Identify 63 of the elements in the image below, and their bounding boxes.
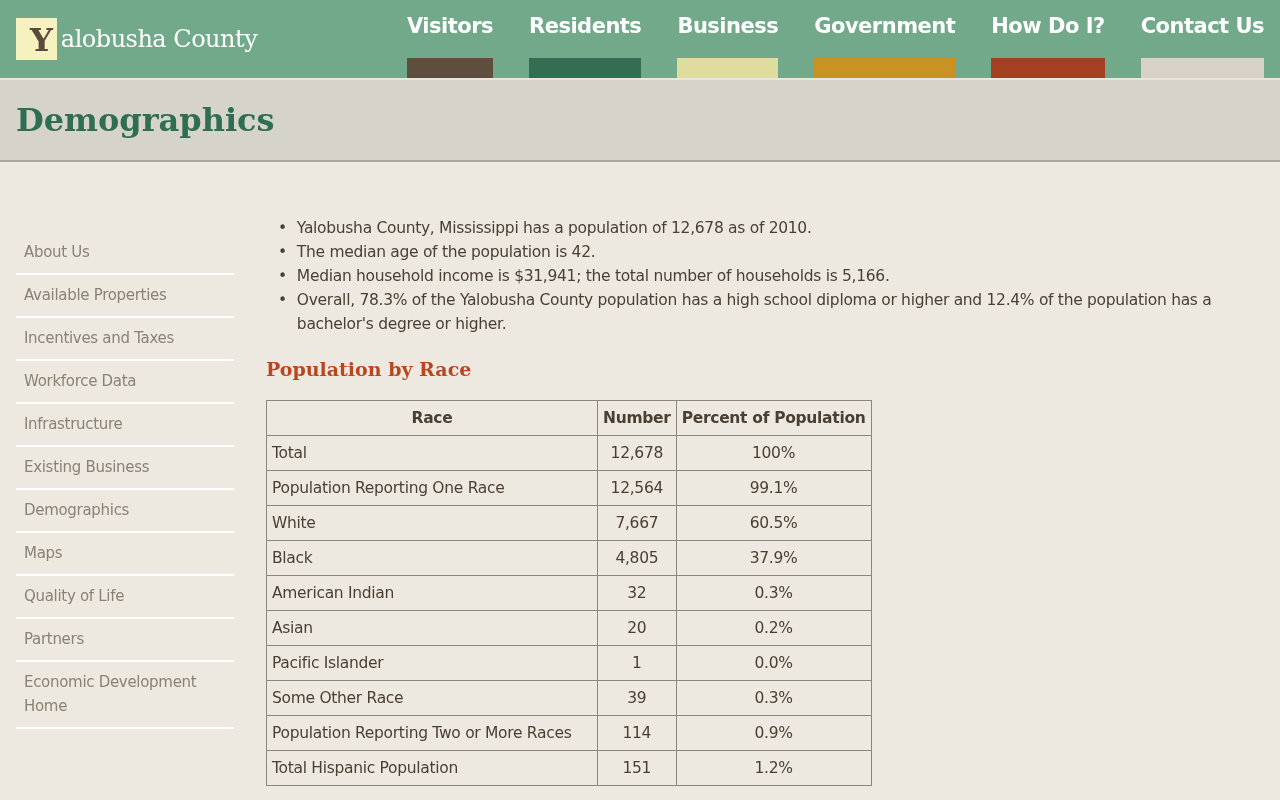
table-cell: Total Hispanic Population <box>266 750 598 786</box>
fact-item: Yalobusha County, Mississippi has a population of 12,678 as of 2010. <box>296 218 812 239</box>
sidebar-item[interactable]: Economic Development Home <box>16 662 234 729</box>
table-cell: 1 <box>597 645 677 681</box>
logo-initial: Y <box>16 18 57 60</box>
table-cell: 20 <box>597 610 677 646</box>
section-title: Population by Race <box>266 358 473 380</box>
sidebar-item[interactable]: Quality of Life <box>16 576 234 619</box>
fact-item: The median age of the population is 42. <box>296 242 596 263</box>
nav-link[interactable]: Government <box>814 0 956 78</box>
table-cell: 12,678 <box>597 435 677 471</box>
page-title: Demographics <box>16 101 275 139</box>
table-cell: 151 <box>597 750 677 786</box>
table-cell: White <box>266 505 598 541</box>
nav-link[interactable]: Business <box>677 0 779 78</box>
sidebar-item[interactable]: About Us <box>16 232 234 275</box>
sidebar-item[interactable]: Existing Business <box>16 447 234 490</box>
table-cell: 12,564 <box>597 470 677 506</box>
table-cell: Pacific Islander <box>266 645 598 681</box>
table-cell: 32 <box>597 575 677 611</box>
bullet: • <box>278 266 287 287</box>
table-cell: 60.5% <box>676 505 871 541</box>
bullet: • <box>278 242 287 263</box>
sidebar-item[interactable]: Maps <box>16 533 234 576</box>
sidebar-item[interactable]: Demographics <box>16 490 234 533</box>
fact-item: Overall, 78.3% of the Yalobusha County population has a high school diploma or higher and 12.4% of the population has a bachelor's degree or higher. <box>296 290 1213 335</box>
column-header: Race <box>266 400 598 436</box>
sidebar-item[interactable]: Incentives and Taxes <box>16 318 234 361</box>
table-cell: Black <box>266 540 598 576</box>
table-cell: Population Reporting One Race <box>266 470 598 506</box>
table-cell: 114 <box>597 715 677 751</box>
bullet: • <box>278 290 287 311</box>
column-header: Percent of Population <box>676 400 871 436</box>
table-cell: Asian <box>266 610 598 646</box>
table-cell: 99.1% <box>676 470 871 506</box>
table-cell: 1.2% <box>676 750 871 786</box>
bullet: • <box>278 218 287 239</box>
logo-text: alobusha County <box>60 25 258 53</box>
table-cell: 0.9% <box>676 715 871 751</box>
table-cell: 0.2% <box>676 610 871 646</box>
nav-link[interactable]: Residents <box>529 0 642 78</box>
table-cell: American Indian <box>266 575 598 611</box>
nav-link[interactable]: Visitors <box>406 0 493 78</box>
sidebar-item[interactable]: Available Properties <box>16 275 234 318</box>
sidebar-item[interactable]: Workforce Data <box>16 361 234 404</box>
site-logo[interactable]: Y alobusha County <box>0 0 258 78</box>
table-cell: 100% <box>676 435 871 471</box>
nav-link[interactable]: How Do I? <box>991 0 1105 78</box>
table-cell: Total <box>266 435 598 471</box>
sidebar-item[interactable]: Infrastructure <box>16 404 234 447</box>
column-header: Number <box>597 400 677 436</box>
table-cell: Population Reporting Two or More Races <box>266 715 598 751</box>
table-cell: 39 <box>597 680 677 716</box>
table-cell: 0.0% <box>676 645 871 681</box>
sidebar-item[interactable]: Partners <box>16 619 234 662</box>
fact-item: Median household income is $31,941; the total number of households is 5,166. <box>296 266 890 287</box>
table-cell: Some Other Race <box>266 680 598 716</box>
table-cell: 7,667 <box>597 505 677 541</box>
table-cell: 4,805 <box>597 540 677 576</box>
table-cell: 0.3% <box>676 680 871 716</box>
table-cell: 37.9% <box>676 540 871 576</box>
table-cell: 0.3% <box>676 575 871 611</box>
nav-link[interactable]: Contact Us <box>1140 0 1264 78</box>
